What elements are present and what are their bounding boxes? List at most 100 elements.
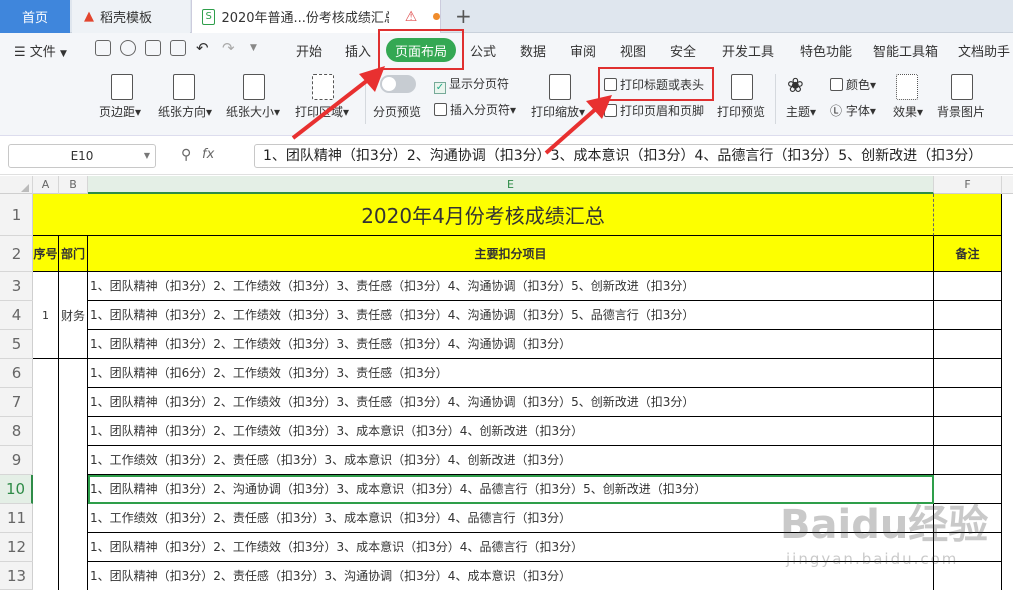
header-items-cell[interactable]: 主要扣分项目 <box>88 236 934 272</box>
note-cell[interactable] <box>934 388 1002 417</box>
watermark-url: jingyan.baidu.com <box>786 550 959 568</box>
tab-home[interactable]: 首页 <box>0 0 70 33</box>
row-header-selected[interactable]: 10 <box>0 475 33 504</box>
print-preview-big-icon <box>731 74 753 100</box>
paper-size-button[interactable]: 纸张大小▾ <box>226 103 280 120</box>
items-cell[interactable]: 1、团队精神（扣3分）2、工作绩效（扣3分）3、成本意识（扣3分）4、创新改进（… <box>88 417 934 446</box>
file-menu[interactable]: ☰ 文件 ▼ <box>14 41 67 60</box>
dept-cell-empty[interactable] <box>59 359 88 590</box>
tab-bar: 首页 ▲ 稻壳模板 S 2020年普通...份考核成绩汇总 ⚠ + <box>0 0 1013 33</box>
note-cell[interactable] <box>934 272 1002 301</box>
row-header[interactable]: 11 <box>0 504 33 533</box>
insert-page-break-button[interactable]: 插入分页符▾ <box>434 101 516 118</box>
print-icon[interactable] <box>145 40 161 56</box>
note-cell[interactable] <box>934 301 1002 330</box>
row-header[interactable]: 12 <box>0 533 33 562</box>
menu-formula[interactable]: 公式 <box>470 41 496 60</box>
items-cell[interactable]: 1、团队精神（扣3分）2、工作绩效（扣3分）3、责任感（扣3分）4、沟通协调（扣… <box>88 388 934 417</box>
header-dept-cell[interactable]: 部门 <box>59 236 88 272</box>
column-header-a[interactable]: A <box>33 176 59 194</box>
baidu-watermark: Baidu经验 jingyan.baidu.com <box>780 492 1010 590</box>
select-all-corner[interactable] <box>0 176 33 194</box>
menu-doc-assistant[interactable]: 文档助手 <box>958 41 1010 60</box>
row-header[interactable]: 7 <box>0 388 33 417</box>
font-icon: Ⓛ <box>830 104 843 118</box>
fx-icon[interactable]: fx <box>202 147 214 162</box>
name-box-value: E10 <box>70 149 94 163</box>
sheet-title-cell[interactable]: 2020年4月份考核成绩汇总 <box>33 194 934 236</box>
items-cell[interactable]: 1、团队精神（扣6分）2、工作绩效（扣3分）3、责任感（扣3分） <box>88 359 934 388</box>
page-break-icon <box>434 103 447 116</box>
print-preview-icon[interactable] <box>170 40 186 56</box>
print-preview-button[interactable]: 打印预览 <box>717 103 765 120</box>
colors-button[interactable]: 颜色▾ <box>830 76 876 93</box>
row-header[interactable]: 2 <box>0 236 33 272</box>
corner-triangle-icon <box>21 184 29 192</box>
row-header[interactable]: 5 <box>0 330 33 359</box>
menu-insert[interactable]: 插入 <box>345 41 371 60</box>
fonts-button[interactable]: Ⓛ 字体▾ <box>830 102 876 119</box>
show-page-break-checkbox[interactable]: ✓ 显示分页符 <box>434 75 509 94</box>
header-seq-cell[interactable]: 序号 <box>33 236 59 272</box>
share-icon[interactable] <box>120 40 136 56</box>
note-cell[interactable] <box>934 359 1002 388</box>
items-cell[interactable]: 1、团队精神（扣3分）2、工作绩效（扣3分）3、责任感（扣3分）4、沟通协调（扣… <box>88 330 934 359</box>
menu-view[interactable]: 视图 <box>620 41 646 60</box>
column-header-b[interactable]: B <box>59 176 88 194</box>
annotation-arrow-icon <box>291 66 385 140</box>
new-tab-plus-icon[interactable]: + <box>455 4 472 28</box>
save-icon[interactable] <box>95 40 111 56</box>
margins-button[interactable]: 页边距▾ <box>99 103 141 120</box>
header-note-cell[interactable]: 备注 <box>934 236 1002 272</box>
row-header[interactable]: 4 <box>0 301 33 330</box>
dept-cell[interactable]: 财务 <box>59 272 88 359</box>
row-header[interactable]: 1 <box>0 194 33 236</box>
background-image-button[interactable]: 背景图片 <box>937 103 985 120</box>
effects-button[interactable]: 效果▾ <box>893 103 923 120</box>
formula-input[interactable]: 1、团队精神（扣3分）2、沟通协调（扣3分）3、成本意识（扣3分）4、品德言行（… <box>254 144 1013 168</box>
row-header[interactable]: 8 <box>0 417 33 446</box>
menu-features[interactable]: 特色功能 <box>800 41 852 60</box>
row-header[interactable]: 6 <box>0 359 33 388</box>
zoom-icon[interactable]: ⚲ <box>181 147 191 163</box>
seq-cell-empty[interactable] <box>33 359 59 590</box>
theme-button[interactable]: 主题▾ <box>786 103 816 120</box>
header-footer-label: 打印页眉和页脚 <box>620 104 705 118</box>
warning-icon: ⚠ <box>404 8 418 25</box>
menu-start[interactable]: 开始 <box>296 41 322 60</box>
watermark-brand: Baidu经验 <box>780 502 989 548</box>
items-cell[interactable]: 1、工作绩效（扣3分）2、责任感（扣3分）3、成本意识（扣3分）4、创新改进（扣… <box>88 446 934 475</box>
redo-icon[interactable]: ↷ <box>222 39 235 57</box>
effects-icon <box>896 74 918 100</box>
menu-security[interactable]: 安全 <box>670 41 696 60</box>
paper-size-icon <box>243 74 265 100</box>
note-cell[interactable] <box>934 330 1002 359</box>
column-headers: A B E F <box>0 176 1013 194</box>
note-cell[interactable] <box>934 446 1002 475</box>
orientation-icon <box>173 74 195 100</box>
colors-icon <box>830 78 843 91</box>
menu-smart-tools[interactable]: 智能工具箱 <box>873 41 938 60</box>
name-box[interactable]: E10 ▼ <box>8 144 156 168</box>
row-header[interactable]: 9 <box>0 446 33 475</box>
seq-cell[interactable]: 1 <box>33 272 59 359</box>
insert-page-break-label: 插入分页符 <box>450 103 511 117</box>
menu-developer[interactable]: 开发工具 <box>722 41 774 60</box>
cell[interactable] <box>934 194 1002 236</box>
row-header[interactable]: 13 <box>0 562 33 590</box>
tab-template[interactable]: ▲ 稻壳模板 <box>72 0 190 33</box>
theme-palette-icon: ❀ <box>787 73 804 97</box>
customize-chevron-icon[interactable]: ▼ <box>250 43 257 53</box>
orientation-button[interactable]: 纸张方向▾ <box>158 103 212 120</box>
items-cell[interactable]: 1、团队精神（扣3分）2、工作绩效（扣3分）3、责任感（扣3分）4、沟通协调（扣… <box>88 301 934 330</box>
menu-review[interactable]: 审阅 <box>570 41 596 60</box>
menu-data[interactable]: 数据 <box>520 41 546 60</box>
effects-label: 效果 <box>893 105 918 119</box>
undo-icon[interactable]: ↶ <box>196 39 209 57</box>
row-header[interactable]: 3 <box>0 272 33 301</box>
items-cell[interactable]: 1、团队精神（扣3分）2、工作绩效（扣3分）3、责任感（扣3分）4、沟通协调（扣… <box>88 272 934 301</box>
note-cell[interactable] <box>934 417 1002 446</box>
column-header-e[interactable]: E <box>88 176 934 194</box>
column-header-f[interactable]: F <box>934 176 1002 194</box>
background-image-icon <box>951 74 973 100</box>
